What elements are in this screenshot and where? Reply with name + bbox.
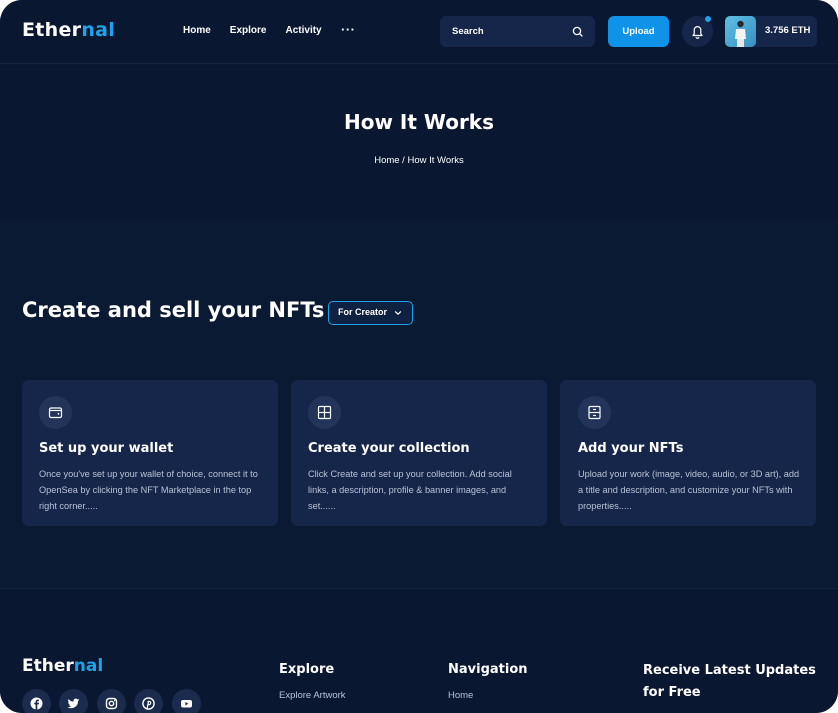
nav-activity[interactable]: Activity: [285, 24, 321, 38]
brand-logo[interactable]: Ethernal: [22, 19, 115, 41]
instagram-button[interactable]: [97, 689, 126, 713]
section-title: Create and sell your NFTs: [22, 298, 325, 322]
upload-button[interactable]: Upload: [608, 16, 669, 47]
eth-balance: 3.756 ETH: [765, 25, 811, 36]
footer-link-explore-artwork[interactable]: Explore Artwork: [279, 690, 346, 701]
youtube-icon: [181, 700, 192, 708]
footer-explore-heading: Explore: [279, 662, 335, 677]
more-menu-icon[interactable]: ···: [341, 23, 356, 37]
archive-icon: [588, 405, 601, 420]
card-description: Click Create and set up your collection.…: [308, 469, 512, 511]
app-frame: Ethernal Home Explore Activity ··· Uploa…: [0, 0, 838, 713]
avatar[interactable]: [725, 16, 756, 47]
instagram-icon: [105, 697, 118, 710]
facebook-icon: [30, 697, 43, 710]
footer-link-home[interactable]: Home: [448, 690, 473, 701]
card-title: Add your NFTs: [578, 441, 684, 456]
card-icon-badge: [308, 396, 341, 429]
page-title: How It Works: [343, 110, 495, 134]
notification-badge-dot: [705, 16, 711, 22]
pinterest-button[interactable]: [134, 689, 163, 713]
footer-navigation-heading: Navigation: [448, 662, 528, 677]
card-title: Set up your wallet: [39, 441, 174, 456]
youtube-button[interactable]: [172, 689, 201, 713]
card-description: Once you've set up your wallet of choice…: [39, 469, 258, 511]
facebook-button[interactable]: [22, 689, 51, 713]
hero-banner: [0, 65, 838, 220]
card-description: Upload your work (image, video, audio, o…: [578, 469, 800, 511]
card-icon-badge: [578, 396, 611, 429]
nav-home[interactable]: Home: [183, 24, 211, 38]
card-title: Create your collection: [308, 441, 470, 456]
grid-icon: [317, 405, 332, 420]
wallet-icon: [48, 407, 63, 419]
search-icon[interactable]: [571, 25, 585, 39]
breadcrumb[interactable]: Home / How It Works: [0, 155, 838, 166]
footer-brand-logo[interactable]: Ethernal: [22, 656, 103, 676]
twitter-icon: [67, 698, 80, 709]
avatar-figure-icon: [735, 20, 746, 47]
pinterest-icon: [142, 697, 155, 710]
creator-dropdown-value: For Creator: [338, 307, 388, 317]
twitter-button[interactable]: [59, 689, 88, 713]
nav-explore[interactable]: Explore: [230, 24, 267, 38]
search-input[interactable]: [452, 24, 562, 39]
newsletter-heading: Receive Latest Updates for Free: [643, 663, 816, 700]
card-icon-badge: [39, 396, 72, 429]
main-nav: Home Explore Activity: [183, 24, 341, 38]
chevron-down-icon: [394, 311, 402, 316]
